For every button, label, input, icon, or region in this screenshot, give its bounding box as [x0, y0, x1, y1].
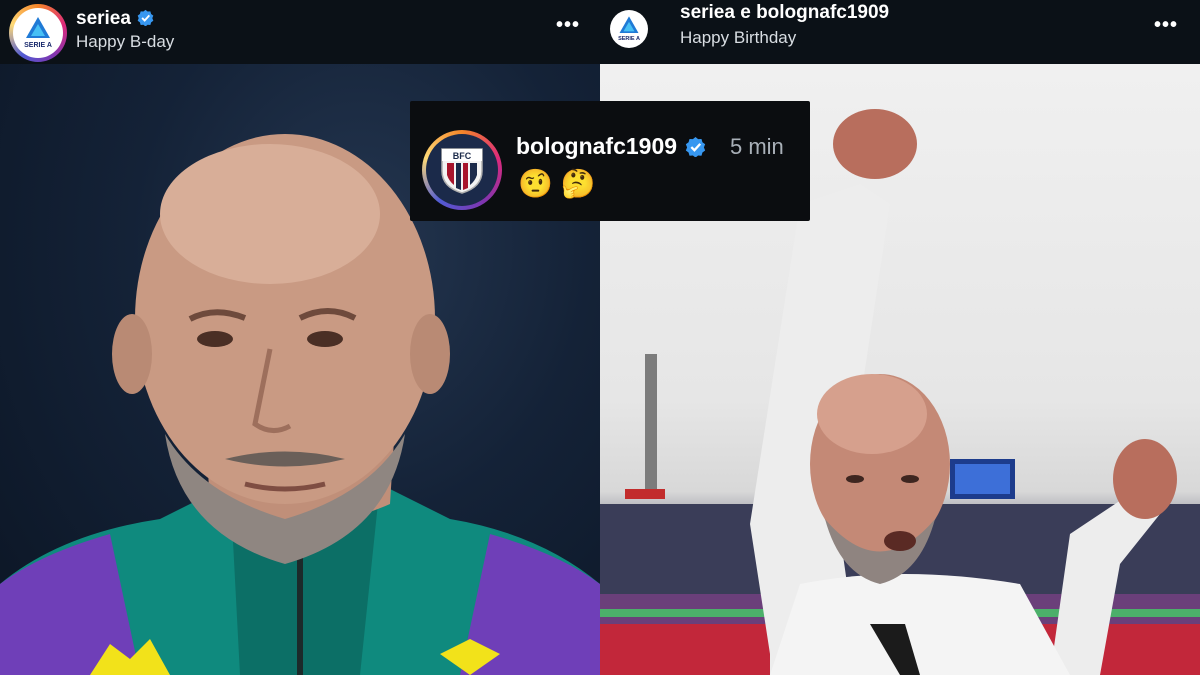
comment-overlay: BFC bolognafc1909 5 min 🤨 🤔 — [410, 101, 810, 221]
svg-text:BFC: BFC — [453, 151, 472, 161]
more-options-button[interactable]: ••• — [556, 14, 580, 37]
comment-timestamp: 5 min — [730, 134, 784, 159]
comment-username[interactable]: bolognafc1909 — [516, 133, 706, 160]
bolognafc-avatar[interactable]: BFC — [422, 130, 502, 210]
bologna-crest-icon: BFC — [441, 148, 483, 194]
story-header-left: SERIE A seriea Happy B-day ••• — [0, 0, 600, 64]
story-header-right: SERIE A seriea e bolognafc1909 Happy Bir… — [600, 0, 1200, 64]
comment-emoji-text: 🤨 🤔 — [518, 168, 596, 199]
more-options-button[interactable]: ••• — [1154, 14, 1178, 37]
seriea-avatar[interactable]: SERIE A — [610, 10, 648, 48]
verified-badge-icon — [137, 9, 154, 26]
serie-a-logo-icon: SERIE A — [24, 17, 52, 49]
serie-a-logo-icon: SERIE A — [618, 16, 640, 42]
post-caption: Happy B-day — [76, 32, 175, 51]
svg-text:SERIE A: SERIE A — [24, 42, 52, 49]
post-caption: Happy Birthday — [680, 28, 797, 47]
post-username[interactable]: seriea — [76, 8, 131, 29]
verified-badge-icon — [685, 137, 706, 157]
svg-text:SERIE A: SERIE A — [618, 36, 640, 42]
seriea-avatar[interactable]: SERIE A — [9, 4, 67, 62]
post-collab-usernames[interactable]: seriea e bolognafc1909 — [680, 2, 889, 24]
